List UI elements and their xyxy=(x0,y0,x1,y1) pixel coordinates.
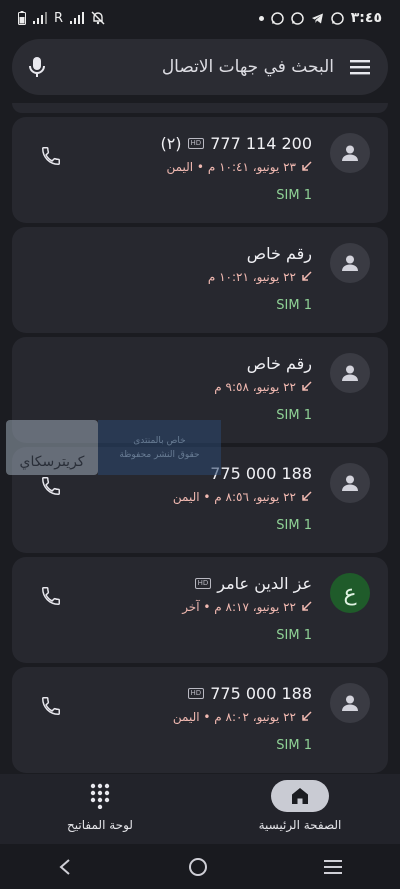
call-info: 775 000 188 HD ٢٢ يونيو، ٨:٠٢ م • اليمن SIM… xyxy=(82,681,312,754)
call-info: رقم خاص ٢٢ يونيو، ١٠:٢١ م SIM 1 xyxy=(82,241,312,314)
call-count: (٢) xyxy=(160,133,182,153)
whatsapp-icon xyxy=(291,11,304,25)
watermark-text: خاص بالمنتدى حقوق النشر محفوظة xyxy=(98,420,221,475)
status-left: R xyxy=(18,11,105,26)
recent-apps-icon[interactable] xyxy=(324,859,342,875)
sim-label: SIM 1 xyxy=(276,518,312,533)
call-detail-row: ٢٢ يونيو، ١٠:٢١ م xyxy=(82,270,312,284)
call-info: 777 114 200 HD (٢) ٢٣ يونيو، ١٠:٤١ م • اليم… xyxy=(82,131,312,204)
back-icon[interactable] xyxy=(58,858,72,876)
signal-icon xyxy=(33,12,47,24)
telegram-icon xyxy=(311,13,323,23)
call-time-detail: ٢٢ يونيو، ١٠:٢١ م xyxy=(207,270,296,284)
missed-call-arrow-icon xyxy=(302,270,312,284)
hd-call-icon: HD xyxy=(187,137,205,149)
search-input[interactable]: البحث في جهات الاتصال xyxy=(46,57,350,77)
call-time-detail: ٢٣ يونيو، ١٠:٤١ م • اليمن xyxy=(166,160,296,174)
notification-dot-icon xyxy=(258,15,264,21)
menu-icon[interactable] xyxy=(350,59,370,75)
nav-home-label: الصفحة الرئيسية xyxy=(258,818,342,832)
whatsapp-icon xyxy=(271,11,284,25)
contact-avatar-icon[interactable] xyxy=(330,243,370,283)
status-bar: R ٣:٤٥ xyxy=(0,0,400,36)
call-detail-row: ٢٢ يونيو، ٨:٥٦ م • اليمن xyxy=(82,490,312,504)
call-detail-row: ٢٢ يونيو، ٩:٥٨ م xyxy=(82,380,312,394)
caller-name: رقم خاص xyxy=(246,243,312,263)
call-log-item[interactable]: ع عز الدين عامر HD ٢٢ يونيو، ٨:١٧ م • آخر SI… xyxy=(12,557,388,663)
sim-label: SIM 1 xyxy=(276,298,312,313)
watermark-logo: كريترسكاي xyxy=(6,420,98,475)
phone-icon[interactable] xyxy=(36,141,66,171)
home-icon[interactable] xyxy=(271,780,329,812)
watermark: كريترسكاي خاص بالمنتدى حقوق النشر محفوظة xyxy=(6,420,221,475)
microphone-icon[interactable] xyxy=(28,56,46,78)
missed-call-arrow-icon xyxy=(302,710,312,724)
call-time-detail: ٢٢ يونيو، ٨:٥٦ م • اليمن xyxy=(172,490,296,504)
call-info: رقم خاص ٢٢ يونيو، ٩:٥٨ م SIM 1 xyxy=(82,351,312,424)
system-navigation-bar xyxy=(0,844,400,889)
missed-call-arrow-icon xyxy=(302,160,312,174)
phone-icon[interactable] xyxy=(36,581,66,611)
contact-avatar-letter[interactable]: ع xyxy=(330,573,370,613)
call-log-item[interactable]: رقم خاص ٢٢ يونيو، ١٠:٢١ م SIM 1 xyxy=(12,227,388,333)
caller-name: 777 114 200 xyxy=(210,133,312,153)
missed-call-arrow-icon xyxy=(302,380,312,394)
nav-home[interactable]: الصفحة الرئيسية xyxy=(240,774,360,844)
call-log-item[interactable]: 775 000 188 HD ٢٢ يونيو، ٨:٠٢ م • اليمن SIM… xyxy=(12,667,388,773)
caller-name: عز الدين عامر xyxy=(217,573,312,593)
battery-icon xyxy=(18,11,26,25)
search-bar[interactable]: البحث في جهات الاتصال xyxy=(12,39,388,95)
sim-label: SIM 1 xyxy=(276,738,312,753)
whatsapp-icon xyxy=(331,11,344,25)
phone-icon[interactable] xyxy=(36,691,66,721)
hd-call-icon: HD xyxy=(194,577,212,589)
signal-icon xyxy=(70,12,85,24)
watermark-brand: كريترسكاي xyxy=(19,454,85,470)
contact-avatar-icon[interactable] xyxy=(330,133,370,173)
call-detail-row: ٢٢ يونيو، ٨:٠٢ م • اليمن xyxy=(82,710,312,724)
contact-avatar-icon[interactable] xyxy=(330,353,370,393)
watermark-line-1: خاص بالمنتدى xyxy=(133,435,186,446)
phone-icon[interactable] xyxy=(36,471,66,501)
call-detail-row: ٢٣ يونيو، ١٠:٤١ م • اليمن xyxy=(82,160,312,174)
contact-avatar-icon[interactable] xyxy=(330,683,370,723)
carrier-label: R xyxy=(54,10,64,26)
caller-name: 775 000 188 xyxy=(210,683,312,703)
missed-call-arrow-icon xyxy=(302,490,312,504)
call-name-row: 777 114 200 HD (٢) xyxy=(82,131,312,155)
status-time: ٣:٤٥ xyxy=(350,10,382,26)
caller-name: 775 000 188 xyxy=(210,463,312,483)
caller-name: رقم خاص xyxy=(246,353,312,373)
call-name-row: عز الدين عامر HD xyxy=(82,571,312,595)
nav-keypad-label: لوحة المفاتيح xyxy=(67,818,133,832)
keypad-icon[interactable] xyxy=(71,780,129,812)
mute-icon xyxy=(91,11,105,25)
contact-avatar-icon[interactable] xyxy=(330,463,370,503)
call-time-detail: ٢٢ يونيو، ٨:٠٢ م • اليمن xyxy=(172,710,296,724)
call-name-row: 775 000 188 HD xyxy=(82,681,312,705)
status-right: ٣:٤٥ xyxy=(258,10,382,26)
call-detail-row: ٢٢ يونيو، ٨:١٧ م • آخر xyxy=(82,600,312,614)
call-time-detail: ٢٢ يونيو، ٩:٥٨ م xyxy=(214,380,296,394)
nav-keypad[interactable]: لوحة المفاتيح xyxy=(40,774,160,844)
call-time-detail: ٢٢ يونيو، ٨:١٧ م • آخر xyxy=(182,600,296,614)
list-card-edge xyxy=(12,103,388,113)
hd-call-icon: HD xyxy=(187,687,205,699)
call-name-row: رقم خاص xyxy=(82,351,312,375)
missed-call-arrow-icon xyxy=(302,600,312,614)
call-name-row: رقم خاص xyxy=(82,241,312,265)
sim-label: SIM 1 xyxy=(276,188,312,203)
bottom-navigation: لوحة المفاتيح الصفحة الرئيسية xyxy=(0,774,400,844)
call-info: عز الدين عامر HD ٢٢ يونيو، ٨:١٧ م • آخر SIM… xyxy=(82,571,312,644)
home-circle-icon[interactable] xyxy=(188,857,208,877)
call-log-item[interactable]: 777 114 200 HD (٢) ٢٣ يونيو، ١٠:٤١ م • اليم… xyxy=(12,117,388,223)
sim-label: SIM 1 xyxy=(276,628,312,643)
watermark-line-2: حقوق النشر محفوظة xyxy=(119,449,200,460)
